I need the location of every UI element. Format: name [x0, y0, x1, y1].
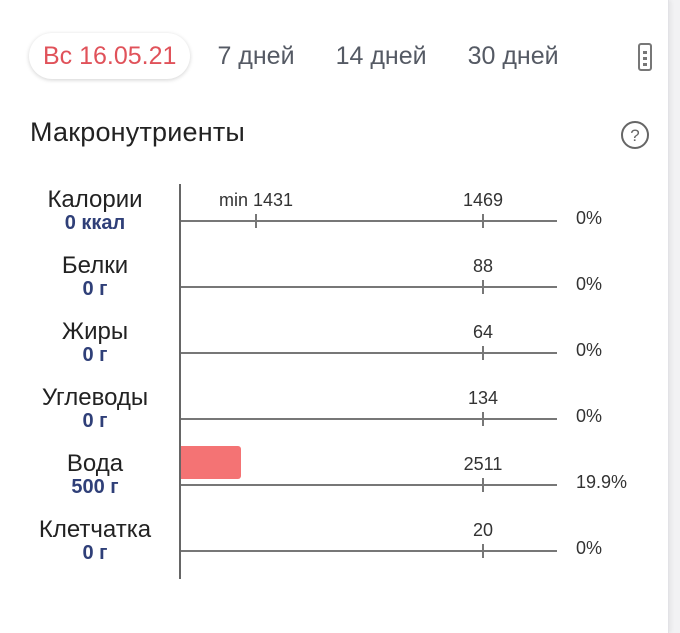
nutrient-amount: 0 г	[82, 542, 108, 564]
nutrient-row-calories: Калории 0 ккал min 1431 1469 0%	[0, 182, 668, 248]
nutrient-scale-line	[181, 550, 557, 552]
target-tick-label: 2511	[463, 454, 503, 474]
nutrient-amount: 0 ккал	[64, 212, 126, 234]
help-icon[interactable]: ?	[620, 120, 650, 150]
target-tick	[482, 280, 484, 294]
period-tabs: Вс 16.05.21 7 дней 14 дней 30 дней	[29, 33, 600, 79]
more-tabs-icon[interactable]	[637, 42, 653, 72]
section-title: Макронутриенты	[30, 117, 246, 147]
svg-text:?: ?	[630, 126, 639, 145]
nutrient-percent: 19.9%	[576, 472, 628, 492]
tab-day[interactable]: Вс 16.05.21	[29, 33, 191, 79]
target-tick	[482, 544, 484, 558]
nutrient-scale-line	[181, 484, 557, 486]
target-tick	[482, 214, 484, 228]
target-tick	[482, 412, 484, 426]
target-tick	[482, 478, 484, 492]
nutrient-scale-line	[181, 286, 557, 288]
target-tick-label: 20	[472, 520, 494, 540]
nutrient-scale-line	[181, 220, 557, 222]
nutrient-name: Углеводы	[41, 384, 149, 411]
nutrient-name: Калории	[47, 186, 143, 213]
target-tick-label: 134	[467, 388, 499, 408]
nutrient-scale-line	[181, 352, 557, 354]
nutrient-amount: 500 г	[71, 476, 119, 498]
nutrient-percent: 0%	[576, 538, 603, 558]
target-tick	[482, 346, 484, 360]
target-tick-label: 1469	[462, 190, 504, 210]
nutrient-name: Вода	[66, 450, 124, 477]
target-tick-label: 64	[472, 322, 494, 342]
nutrient-percent: 0%	[576, 340, 603, 360]
nutrient-row-fat: Жиры 0 г 64 0%	[0, 314, 668, 380]
nutrient-name: Клетчатка	[38, 516, 152, 543]
nutrient-name: Белки	[61, 252, 129, 279]
nutrient-scale-line	[181, 418, 557, 420]
nutrient-row-carbs: Углеводы 0 г 134 0%	[0, 380, 668, 446]
tab-14-days[interactable]: 14 дней	[336, 33, 427, 79]
tab-7-days[interactable]: 7 дней	[217, 33, 294, 79]
nutrient-row-protein: Белки 0 г 88 0%	[0, 248, 668, 314]
nutrient-amount: 0 г	[82, 278, 108, 300]
nutrient-row-water: Вода 500 г 2511 19.9%	[0, 446, 668, 512]
macronutrients-card: Вс 16.05.21 7 дней 14 дней 30 дней Макро…	[0, 0, 669, 633]
nutrient-percent: 0%	[576, 208, 603, 228]
nutrient-percent: 0%	[576, 274, 603, 294]
nutrient-amount: 0 г	[82, 410, 108, 432]
tab-30-days[interactable]: 30 дней	[468, 33, 559, 79]
nutrient-name: Жиры	[61, 318, 129, 345]
target-tick-label: 88	[472, 256, 494, 276]
nutrient-amount: 0 г	[82, 344, 108, 366]
nutrient-row-fiber: Клетчатка 0 г 20 0%	[0, 512, 668, 578]
min-tick-label: min 1431	[218, 190, 294, 210]
min-tick	[255, 214, 257, 228]
progress-bar	[181, 446, 241, 479]
nutrient-percent: 0%	[576, 406, 603, 426]
